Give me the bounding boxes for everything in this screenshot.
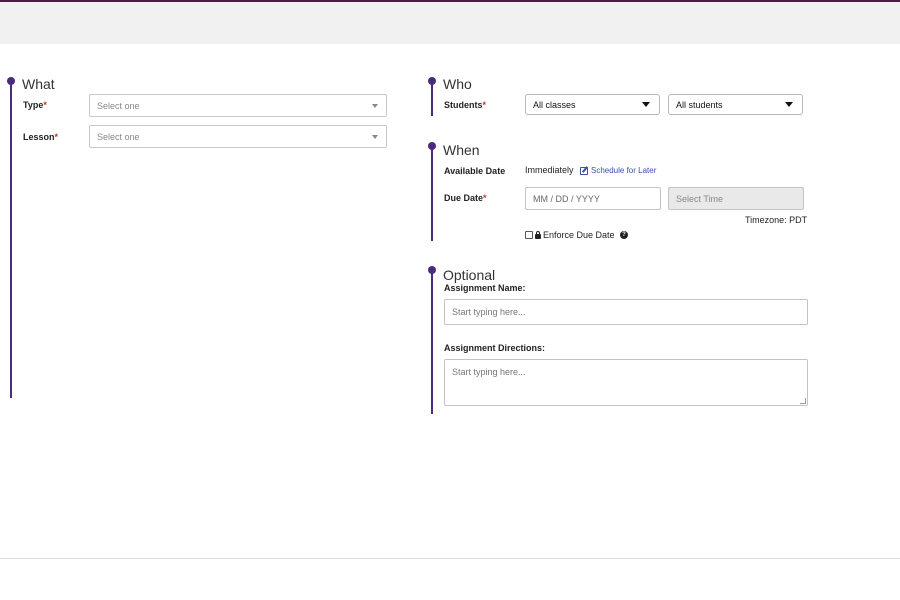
lesson-label: Lesson*	[23, 132, 59, 142]
available-date-label: Available Date	[444, 166, 506, 176]
due-date-placeholder: MM / DD / YYYY	[533, 193, 600, 204]
due-date-input[interactable]: MM / DD / YYYY	[525, 187, 661, 210]
schedule-later-text: Schedule for Later	[591, 166, 657, 175]
students-select[interactable]: All students	[668, 94, 803, 115]
assignment-name-label: Assignment Name:	[444, 283, 526, 293]
resize-grip-icon[interactable]	[800, 398, 806, 404]
edit-icon	[580, 166, 588, 175]
caret-down-icon	[372, 104, 378, 108]
optional-section-line	[431, 271, 433, 414]
when-section-line	[431, 147, 433, 241]
type-label: Type*	[23, 100, 47, 110]
help-icon[interactable]: ?	[620, 231, 628, 239]
classes-select-value: All classes	[533, 99, 576, 110]
lesson-select[interactable]: Select one	[89, 125, 387, 148]
caret-down-icon	[372, 135, 378, 139]
due-date-label: Due Date*	[444, 193, 487, 203]
what-section-line	[10, 82, 12, 398]
assignment-name-placeholder: Start typing here...	[452, 307, 526, 317]
students-select-value: All students	[676, 99, 723, 110]
schedule-later-link[interactable]: Schedule for Later	[580, 166, 656, 175]
timezone-text: Timezone: PDT	[745, 215, 808, 225]
caret-down-icon	[642, 102, 650, 107]
assignment-directions-placeholder: Start typing here...	[452, 367, 526, 377]
type-select-value: Select one	[97, 100, 140, 111]
available-date-value: Immediately	[525, 165, 574, 175]
lock-icon	[535, 231, 541, 239]
when-section-title: When	[443, 142, 480, 158]
classes-select[interactable]: All classes	[525, 94, 660, 115]
students-label: Students*	[444, 100, 487, 110]
footer-divider	[0, 558, 900, 559]
assignment-name-input[interactable]: Start typing here...	[444, 299, 808, 325]
caret-down-icon	[785, 102, 793, 107]
assignment-directions-label: Assignment Directions:	[444, 343, 546, 353]
lesson-select-value: Select one	[97, 131, 140, 142]
type-select[interactable]: Select one	[89, 94, 387, 117]
enforce-due-date-label: Enforce Due Date	[543, 230, 615, 240]
header-band	[0, 2, 900, 44]
due-time-placeholder: Select Time	[676, 193, 724, 204]
who-section-title: Who	[443, 76, 472, 92]
what-section-title: What	[22, 76, 55, 92]
who-section-line	[431, 82, 433, 116]
optional-section-title: Optional	[443, 267, 496, 283]
enforce-due-date-checkbox[interactable]	[525, 231, 533, 239]
assignment-directions-textarea[interactable]: Start typing here...	[444, 359, 808, 406]
due-time-input[interactable]: Select Time	[668, 187, 804, 210]
